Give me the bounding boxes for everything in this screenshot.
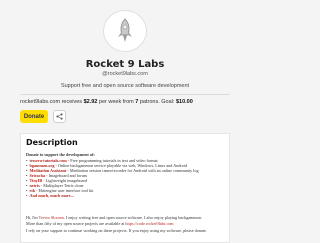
projects-text: More than fifty of my open source projec… bbox=[26, 221, 126, 226]
page-title: Rocket 9 Labs bbox=[85, 59, 165, 70]
profile-header: Rocket 9 Labs @rocket9labs.com bbox=[0, 0, 250, 80]
stats-patrons-text: patrons. Goal: bbox=[139, 99, 175, 105]
code-site-link[interactable]: https://code.rocket9labs.com bbox=[125, 221, 173, 226]
about-text: Hi, I'm bbox=[26, 215, 39, 220]
project-list: tessera-tutorials.com - Free programming… bbox=[26, 158, 224, 198]
stats-receives-text: receives bbox=[61, 99, 83, 105]
stats-goal: $10.00 bbox=[175, 99, 193, 105]
description-intro: Donate to support the development of: bbox=[26, 152, 95, 157]
share-icon bbox=[56, 113, 63, 120]
stats-period-text: per week from bbox=[98, 99, 134, 105]
project-link[interactable]: And much, much more... bbox=[29, 193, 73, 198]
author-link[interactable]: Trevor Slocum bbox=[39, 215, 64, 220]
stats-site: rocket9labs.com bbox=[20, 99, 61, 105]
about-paragraph: Hi, I'm Trevor Slocum. I enjoy writing f… bbox=[26, 215, 224, 220]
description-card: Description Donate to support the develo… bbox=[20, 133, 230, 243]
divider bbox=[20, 94, 230, 95]
avatar bbox=[103, 10, 147, 52]
support-paragraph: I rely on your support to continue worki… bbox=[26, 228, 207, 233]
rocket-logo-icon bbox=[118, 18, 132, 42]
about-text: . I enjoy writing free and open source s… bbox=[63, 215, 202, 220]
funding-stats: rocket9labs.com receives $2.92 per week … bbox=[20, 99, 193, 105]
share-button[interactable] bbox=[53, 110, 66, 123]
projects-paragraph: More than fifty of my open source projec… bbox=[26, 221, 224, 226]
stats-patrons: 7 bbox=[135, 99, 139, 105]
list-item: And much, much more... bbox=[26, 193, 224, 198]
description-heading: Description bbox=[26, 138, 78, 147]
profile-handle: @rocket9labs.com bbox=[102, 71, 148, 77]
donate-button[interactable]: Donate bbox=[20, 110, 48, 123]
profile-tagline: Support free and open source software de… bbox=[60, 83, 190, 89]
stats-amount: $2.92 bbox=[83, 99, 98, 105]
